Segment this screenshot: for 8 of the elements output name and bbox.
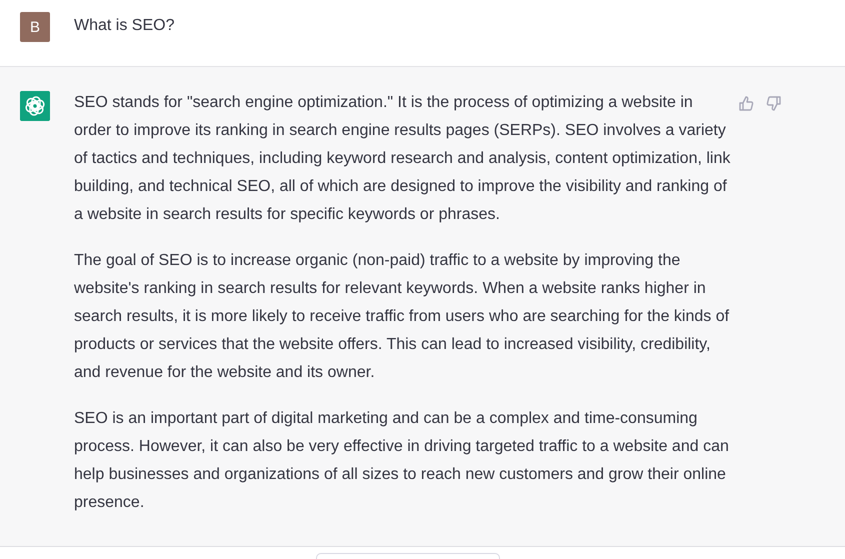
- answer-paragraph: SEO stands for "search engine optimization." It is the process of optimizing a website in order to improve its ranking in search engine results pages (SERPs). SEO involves a variety of tactics and techniques, including keyword research and analysis, content optimization, link building, and technical SEO, all of which are designed to improve the visibility and ranking of a website in search results for specific keywords or phrases.: [74, 93, 732, 225]
- assistant-logo-icon: [20, 91, 50, 121]
- user-avatar: B: [20, 12, 50, 42]
- thumbs-down-icon[interactable]: [766, 95, 782, 112]
- answer-paragraph: SEO is an important part of digital marketing and can be a complex and time-consuming process. However, it can also be very effective in driving targeted traffic to a website and can help businesses and organizations of all sizes to reach new customers and grow their online presence.: [74, 409, 730, 513]
- answer-paragraph: The goal of SEO is to increase organic (non-paid) traffic to a website by improving the website's ranking in search results for relevant keywords. When a website ranks higher in search results, it is more likely to receive traffic from users who are searching for the kinds of products or services that the website offers. This can lead to increased visibility, credibility, and revenue for the website and its owner.: [74, 251, 730, 383]
- thumbs-up-icon[interactable]: [738, 95, 754, 112]
- user-message: What is SEO?: [74, 16, 174, 36]
